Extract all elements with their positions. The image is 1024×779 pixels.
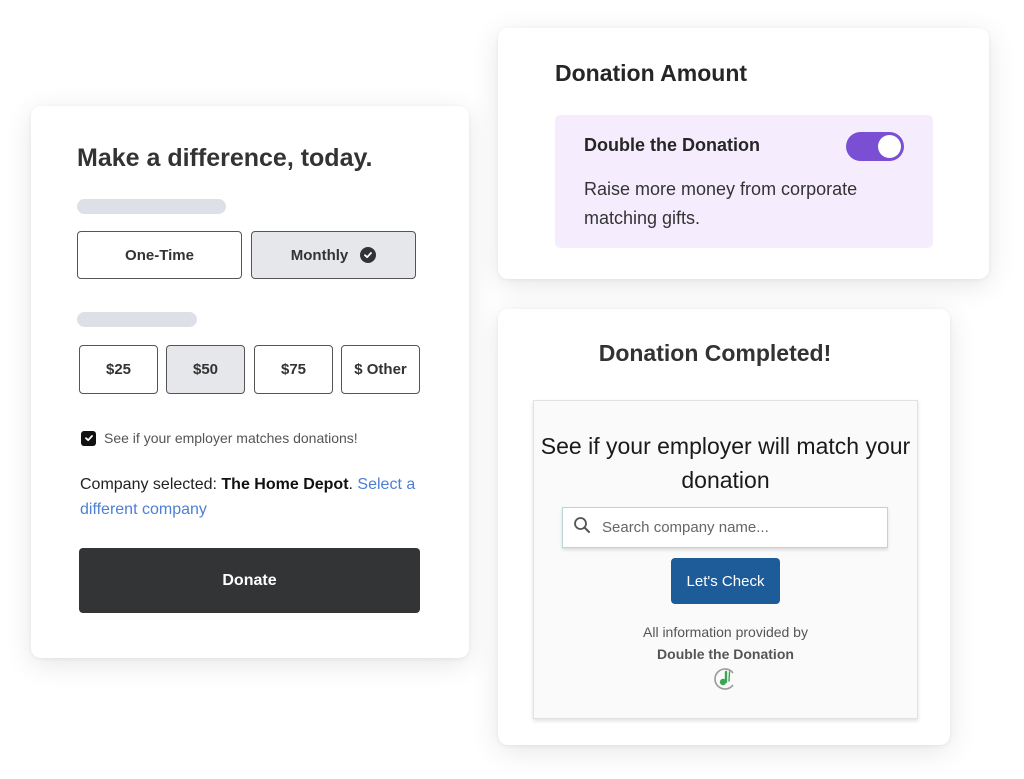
amount-75-button[interactable]: $75 [254,345,333,394]
donation-completed-card: Donation Completed! See if your employer… [498,309,950,745]
feature-title: Double the Donation [584,135,760,155]
one-time-button[interactable]: One-Time [77,231,242,279]
double-donation-toggle[interactable] [846,132,904,161]
amount-label: $75 [280,361,307,378]
search-icon [573,516,591,539]
feature-description: Raise more money from corporate matching… [584,179,858,228]
employer-match-label: See if your employer matches donations! [104,430,358,446]
provided-by-label: All information provided by [643,624,808,640]
provided-by-text: All information provided by Double the D… [534,621,917,665]
amount-label: $25 [105,361,132,378]
lets-check-button[interactable]: Let's Check [671,558,780,604]
skeleton-label [77,312,197,327]
widget-title: See if your employer will match your don… [540,433,911,493]
toggle-knob [878,135,901,158]
donation-form-card: Make a difference, today. One-Time Month… [31,106,469,658]
double-the-donation-panel: Double the Donation Raise more money fro… [555,115,933,248]
employer-match-checkbox[interactable] [81,430,96,446]
company-search-input[interactable] [600,518,884,537]
amount-label: $50 [192,361,219,378]
amount-other-button[interactable]: $ Other [341,345,420,394]
company-name: The Home Depot [221,476,349,493]
company-selected-text: Company selected: The Home Depot. Select… [80,472,430,522]
amount-25-button[interactable]: $25 [79,345,158,394]
monthly-button[interactable]: Monthly [251,231,416,279]
provider-name: Double the Donation [657,646,794,662]
double-the-donation-logo-icon [713,667,737,696]
skeleton-label [77,199,226,214]
check-circle-icon [360,247,377,263]
amount-label: $ Other [354,361,407,378]
donate-button[interactable]: Donate [79,548,420,613]
employer-match-widget: See if your employer will match your don… [533,400,918,719]
donation-amount-title: Donation Amount [555,60,748,86]
company-prefix: Company selected: [80,476,222,493]
company-search-field[interactable] [562,507,888,548]
donation-completed-title: Donation Completed! [598,340,832,366]
one-time-label: One-Time [125,246,194,264]
amount-50-button[interactable]: $50 [166,345,245,394]
donation-amount-card: Donation Amount Double the Donation Rais… [498,28,989,279]
employer-match-row: See if your employer matches donations! [81,430,358,446]
form-title: Make a difference, today. [77,144,373,172]
monthly-label: Monthly [290,246,349,264]
